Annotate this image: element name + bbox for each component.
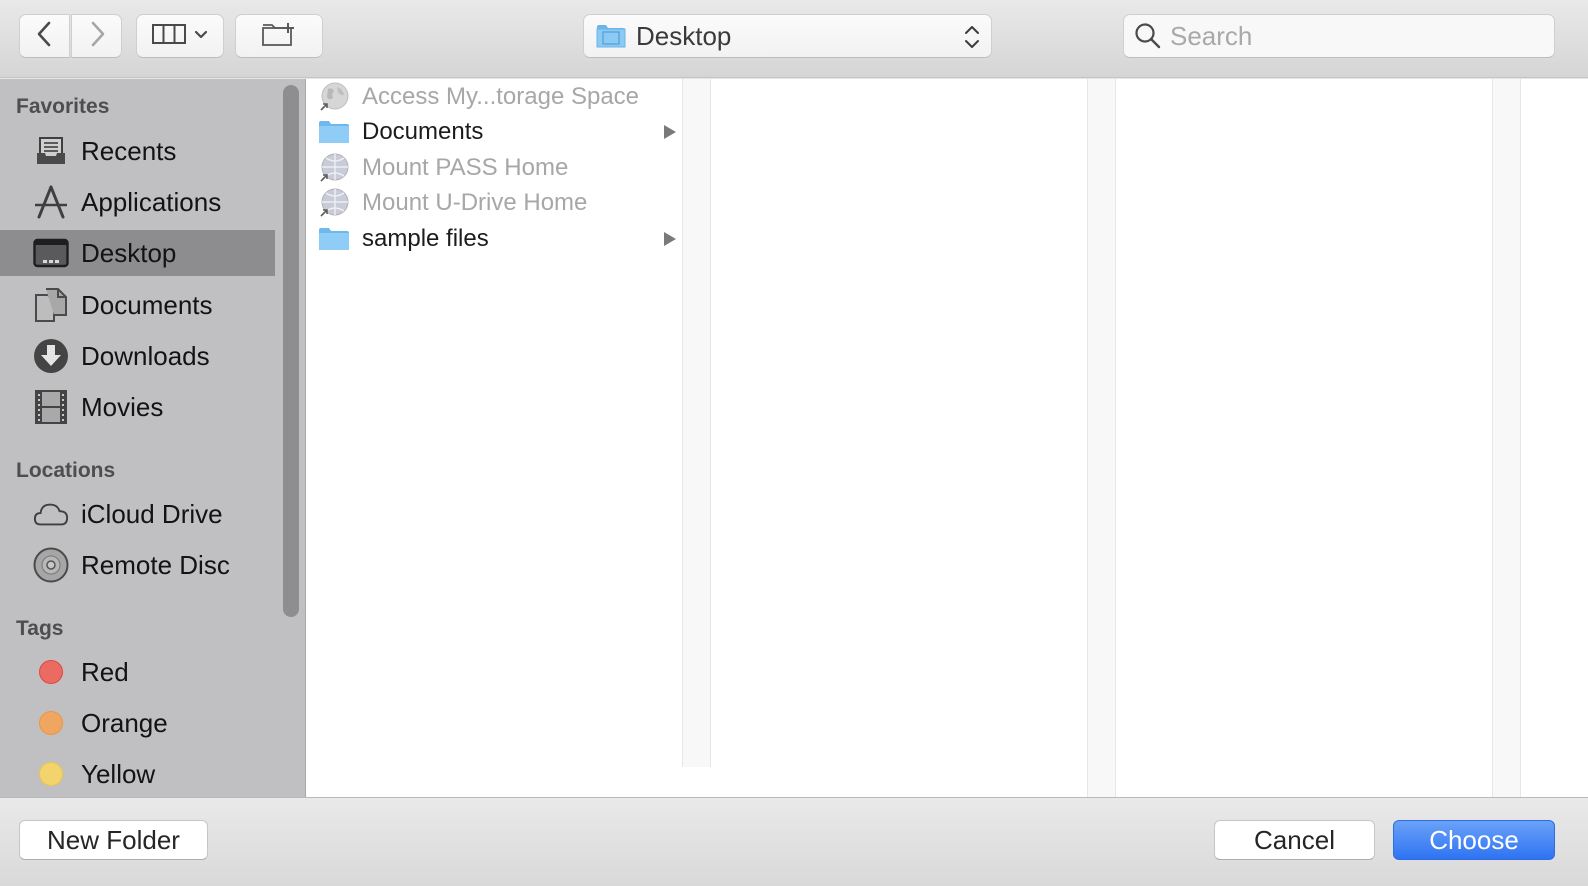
folder-desktop-icon <box>596 23 626 49</box>
new-folder-icon <box>261 21 297 52</box>
column-resize-handle[interactable] <box>1492 79 1521 797</box>
sidebar-item-downloads[interactable]: Downloads <box>0 333 275 379</box>
forward-button[interactable] <box>71 14 122 58</box>
sidebar-tag-yellow[interactable]: Yellow <box>0 751 275 797</box>
sidebar-item-label: Remote Disc <box>81 549 230 580</box>
sidebar-item-movies[interactable]: Movies <box>0 384 275 430</box>
sidebar-item-label: Red <box>81 656 129 687</box>
up-down-arrows-icon <box>963 23 981 56</box>
new-folder-button[interactable]: New Folder <box>19 820 208 860</box>
chevron-left-icon <box>35 20 55 53</box>
list-item[interactable]: Mount U-Drive Home <box>306 185 682 221</box>
sidebar-scrollbar[interactable] <box>283 85 299 617</box>
sidebar-item-label: Desktop <box>81 237 177 268</box>
chevron-right-icon <box>87 20 107 53</box>
disc-icon <box>33 547 69 583</box>
recents-icon <box>33 133 69 169</box>
sidebar-item-label: Applications <box>81 186 222 217</box>
sidebar-tag-red[interactable]: Red <box>0 649 275 695</box>
column-desktop: Access My...torage Space Documents Mount… <box>306 79 682 797</box>
sidebar-item-documents[interactable]: Documents <box>0 282 275 328</box>
documents-icon <box>33 287 69 323</box>
folder-icon <box>318 223 350 255</box>
sidebar-section-locations: Locations <box>16 459 116 482</box>
sidebar-item-remote-disc[interactable]: Remote Disc <box>0 542 275 588</box>
movies-icon <box>33 389 69 425</box>
sidebar-item-desktop[interactable]: Desktop <box>0 230 275 276</box>
list-item[interactable]: Documents <box>306 114 682 150</box>
sidebar-item-applications[interactable]: Applications <box>0 179 275 225</box>
list-item[interactable]: Access My...torage Space <box>306 79 682 115</box>
toolbar: Desktop <box>0 0 1588 78</box>
choose-button[interactable]: Choose <box>1393 820 1555 860</box>
column-resize-handle[interactable] <box>682 79 711 767</box>
list-item-label: sample files <box>362 225 489 252</box>
sidebar-item-recents[interactable]: Recents <box>0 128 275 174</box>
column-browser: Access My...torage Space Documents Mount… <box>305 79 1588 797</box>
network-alias-icon <box>318 81 350 113</box>
search-input[interactable] <box>1170 20 1550 52</box>
list-item[interactable]: sample files <box>306 221 682 257</box>
network-alias-icon <box>318 187 350 219</box>
cancel-button[interactable]: Cancel <box>1214 820 1375 860</box>
cloud-icon <box>33 496 69 532</box>
network-alias-icon <box>318 152 350 184</box>
sidebar-item-icloud-drive[interactable]: iCloud Drive <box>0 491 275 537</box>
back-button[interactable] <box>19 14 70 58</box>
column-resize-handle[interactable] <box>1087 79 1116 797</box>
path-popup-label: Desktop <box>636 20 732 51</box>
sidebar-section-favorites: Favorites <box>16 95 110 118</box>
list-item-label: Documents <box>362 118 484 145</box>
view-mode-button[interactable] <box>136 14 224 58</box>
list-item[interactable]: Mount PASS Home <box>306 150 682 186</box>
column-empty <box>711 79 1087 797</box>
sidebar: Favorites Recents Applications Desktop D… <box>0 79 305 797</box>
sidebar-item-label: Downloads <box>81 340 210 371</box>
new-folder-toolbar-button[interactable] <box>235 14 323 58</box>
list-item-label: Mount PASS Home <box>362 154 569 181</box>
folder-icon <box>318 116 350 148</box>
desktop-icon <box>33 235 69 271</box>
list-item-label: Mount U-Drive Home <box>362 189 588 216</box>
search-icon <box>1134 22 1162 50</box>
disclosure-arrow-icon <box>664 125 676 139</box>
path-popup[interactable]: Desktop <box>583 14 992 58</box>
disclosure-arrow-icon <box>664 232 676 246</box>
sidebar-tag-orange[interactable]: Orange <box>0 700 275 746</box>
sidebar-item-label: Documents <box>81 289 213 320</box>
search-field[interactable] <box>1123 14 1555 58</box>
tag-dot-icon <box>33 654 69 690</box>
applications-icon <box>33 184 69 220</box>
sidebar-item-label: Movies <box>81 391 164 422</box>
dialog-footer: New Folder Cancel Choose <box>0 797 1588 886</box>
sidebar-item-label: iCloud Drive <box>81 498 223 529</box>
downloads-icon <box>33 338 69 374</box>
chevron-down-icon <box>194 27 208 45</box>
sidebar-section-tags: Tags <box>16 617 64 640</box>
tag-dot-icon <box>33 705 69 741</box>
column-view-icon <box>152 23 186 50</box>
sidebar-item-label: Yellow <box>81 758 156 789</box>
sidebar-item-label: Recents <box>81 135 177 166</box>
column-empty <box>1116 79 1492 797</box>
list-item-label: Access My...torage Space <box>362 83 640 110</box>
tag-dot-icon <box>33 756 69 792</box>
sidebar-item-label: Orange <box>81 707 168 738</box>
